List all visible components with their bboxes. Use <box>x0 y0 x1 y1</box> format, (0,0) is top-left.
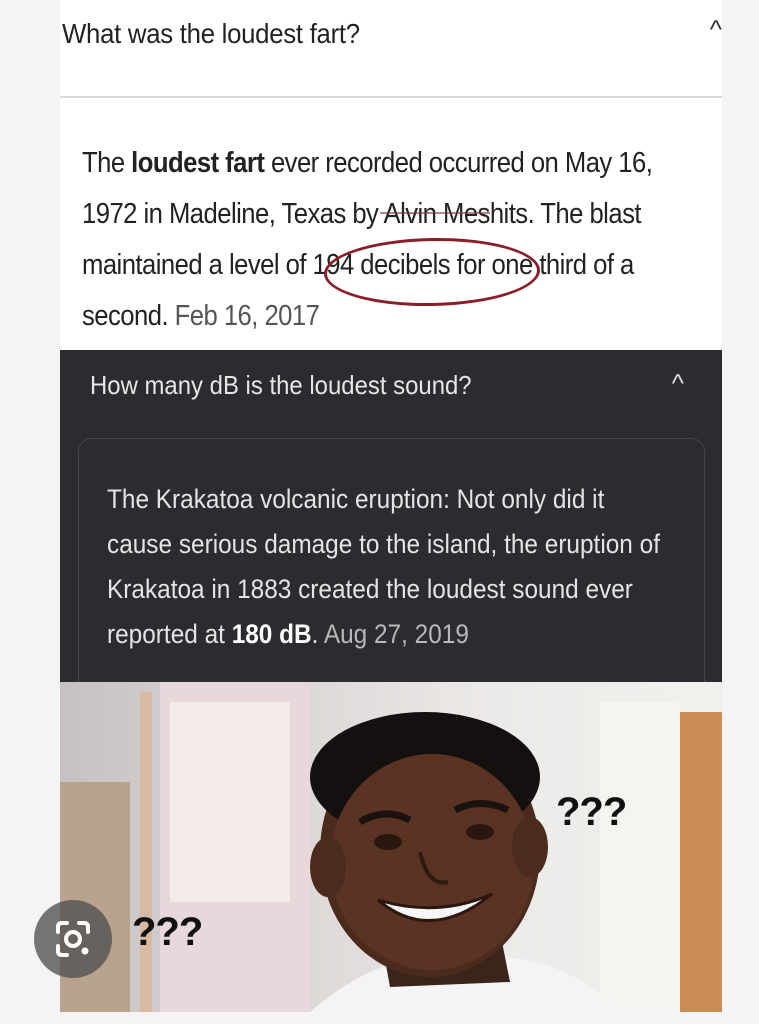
answer-card: The Krakatoa volcanic eruption: Not only… <box>78 438 705 700</box>
answer-line: cause serious damage to the island, the … <box>107 529 660 559</box>
chevron-up-icon[interactable]: ^ <box>672 368 684 399</box>
google-lens-icon <box>56 921 90 957</box>
question-panel-2: How many dB is the loudest sound? ^ The … <box>60 350 722 700</box>
answer-date: Feb 16, 2017 <box>174 300 320 332</box>
answer-line: The Krakatoa volcanic eruption: Not only… <box>107 484 605 514</box>
question-marks-left: ??? <box>132 910 203 954</box>
meme-photo: ??? ??? <box>60 682 722 1012</box>
search-results: What was the loudest fart? ^ The loudest… <box>60 0 722 1012</box>
answer-line: 1972 in Madeline, Texas by Alvin Meshits… <box>82 198 641 230</box>
question-title[interactable]: How many dB is the loudest sound? <box>90 370 472 401</box>
answer-snippet-2: The Krakatoa volcanic eruption: Not only… <box>107 477 660 657</box>
handwritten-underline <box>380 212 490 214</box>
answer-line: reported at 180 dB. Aug 27, 2019 <box>107 619 469 649</box>
question-marks-right: ??? <box>556 790 627 834</box>
confused-man-illustration <box>60 682 722 1012</box>
google-lens-button[interactable] <box>34 900 112 978</box>
question-title: What was the loudest fart? <box>62 18 360 49</box>
answer-line: Krakatoa in 1883 created the loudest sou… <box>107 574 633 604</box>
question-header-1[interactable]: What was the loudest fart? ^ <box>60 0 722 98</box>
answer-snippet-1: The loudest fart ever recorded occurred … <box>82 138 653 342</box>
answer-date: Aug 27, 2019 <box>323 619 469 649</box>
answer-line: The loudest fart ever recorded occurred … <box>82 147 653 179</box>
chevron-up-icon[interactable]: ^ <box>710 14 722 45</box>
